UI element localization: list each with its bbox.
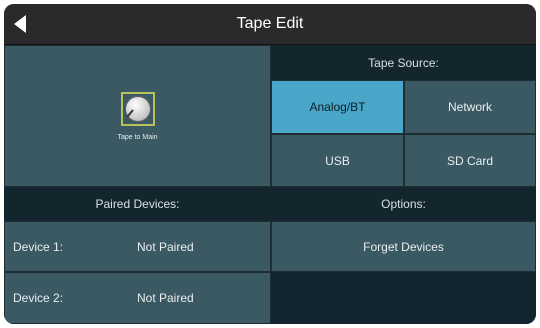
device-1-label: Device 1: — [13, 239, 64, 254]
source-analog-bt-button[interactable]: Analog/BT — [271, 80, 404, 134]
source-sd-card-button[interactable]: SD Card — [404, 134, 536, 187]
device-2-row: Device 2: Not Paired — [4, 272, 271, 324]
device-2-label: Device 2: — [13, 291, 64, 305]
device-1-status: Not Paired — [137, 239, 194, 254]
device-2-status: Not Paired — [137, 291, 194, 305]
device-1-row: Device 1: Not Paired — [4, 221, 271, 272]
options-empty-area — [271, 272, 536, 324]
source-usb-button[interactable]: USB — [271, 134, 404, 187]
tape-source-header: Tape Source: — [271, 45, 536, 80]
forget-devices-button[interactable]: Forget Devices — [271, 221, 536, 272]
knob-label: Tape to Main — [117, 133, 158, 141]
paired-devices-header: Paired Devices: — [4, 187, 271, 221]
title-bar: Tape Edit — [4, 4, 536, 45]
tape-to-main-knob[interactable] — [120, 91, 155, 126]
source-network-button[interactable]: Network — [404, 80, 536, 134]
tape-edit-window: Tape Edit Tape to Main Tape Source: Anal… — [4, 4, 536, 324]
options-header: Options: — [271, 187, 536, 221]
back-arrow-icon[interactable] — [14, 15, 26, 33]
tape-to-main-control: Tape to Main — [4, 45, 271, 187]
knob-icon — [124, 95, 151, 122]
window-title: Tape Edit — [236, 15, 304, 32]
